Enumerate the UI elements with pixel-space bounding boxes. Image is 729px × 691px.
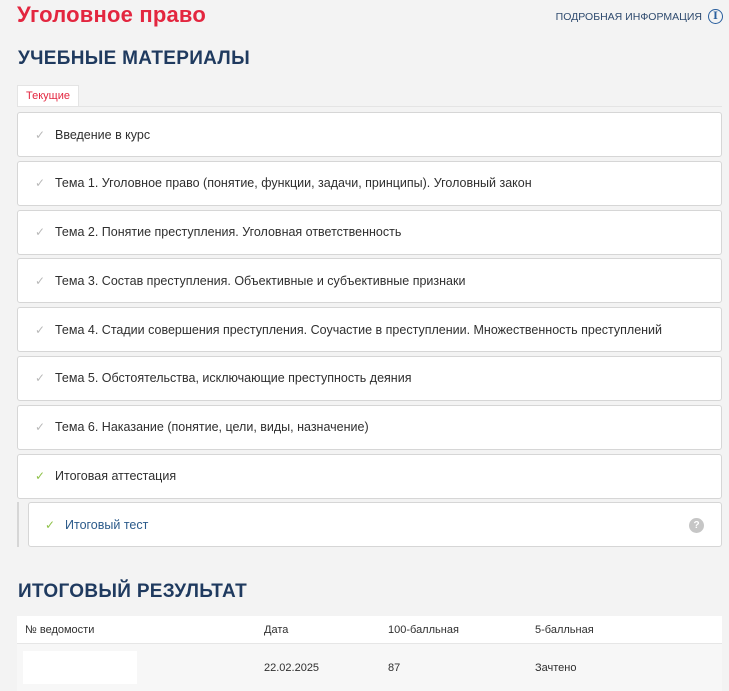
tab-current[interactable]: Текущие (17, 85, 79, 107)
date-cell: 22.02.2025 (264, 661, 320, 674)
item-label: Тема 2. Понятие преступления. Уголовная … (55, 225, 402, 240)
list-item-topic-5[interactable]: ✓ Тема 5. Обстоятельства, исключающие пр… (17, 355, 722, 401)
list-item-topic-2[interactable]: ✓ Тема 2. Понятие преступления. Уголовна… (17, 209, 722, 255)
check-icon: ✓ (34, 273, 46, 288)
col-statement: № ведомости (25, 623, 95, 636)
item-label: Тема 6. Наказание (понятие, цели, виды, … (55, 420, 369, 435)
check-icon: ✓ (34, 225, 46, 240)
list-item-intro[interactable]: ✓ Введение в курс (17, 112, 722, 157)
list-item-final-attestation[interactable]: ✓ Итоговая аттестация (17, 453, 722, 499)
score-5-cell: Зачтено (535, 661, 577, 674)
list-item-topic-6[interactable]: ✓ Тема 6. Наказание (понятие, цели, виды… (17, 404, 722, 450)
col-score-5: 5-балльная (535, 623, 594, 636)
tab-divider (17, 106, 722, 107)
tree-connector (17, 502, 19, 548)
more-info-link[interactable]: ПОДРОБНАЯ ИНФОРМАЦИЯ i (556, 9, 723, 24)
item-label: Итоговая аттестация (55, 469, 177, 484)
redacted-statement (23, 651, 137, 684)
list-item-topic-3[interactable]: ✓ Тема 3. Состав преступления. Объективн… (17, 258, 722, 304)
table-row: 22.02.2025 87 Зачтено (17, 644, 722, 691)
materials-list: ✓ Введение в курс ✓ Тема 1. Уголовное пр… (17, 112, 722, 549)
course-title: Уголовное право (17, 2, 206, 27)
item-label: Тема 3. Состав преступления. Объективные… (55, 273, 466, 288)
final-test-item[interactable]: ✓ Итоговый тест ? (28, 502, 722, 548)
check-icon: ✓ (44, 517, 56, 532)
item-label: Тема 1. Уголовное право (понятие, функци… (55, 176, 532, 191)
check-icon: ✓ (34, 176, 46, 191)
materials-heading: УЧЕБНЫЕ МАТЕРИАЛЫ (18, 48, 250, 69)
col-score-100: 100-балльная (388, 623, 459, 636)
more-info-label: ПОДРОБНАЯ ИНФОРМАЦИЯ (555, 10, 702, 23)
check-icon: ✓ (34, 420, 46, 435)
results-heading: ИТОГОВЫЙ РЕЗУЛЬТАТ (18, 581, 248, 602)
final-test-label: Итоговый тест (65, 517, 149, 532)
check-icon: ✓ (34, 371, 46, 386)
table-header: № ведомости Дата 100-балльная 5-балльная (17, 616, 722, 644)
score-100-cell: 87 (388, 661, 401, 674)
check-icon: ✓ (34, 322, 46, 337)
final-attestation-children: ✓ Итоговый тест ? (17, 502, 722, 549)
col-date: Дата (264, 623, 289, 636)
check-icon: ✓ (34, 469, 46, 484)
item-label: Введение в курс (55, 127, 151, 142)
info-icon: i (708, 9, 723, 24)
item-label: Тема 4. Стадии совершения преступления. … (55, 322, 663, 337)
help-icon[interactable]: ? (689, 518, 704, 534)
list-item-topic-4[interactable]: ✓ Тема 4. Стадии совершения преступления… (17, 307, 722, 353)
item-label: Тема 5. Обстоятельства, исключающие прес… (55, 371, 412, 386)
results-table: № ведомости Дата 100-балльная 5-балльная… (17, 616, 722, 691)
list-item-topic-1[interactable]: ✓ Тема 1. Уголовное право (понятие, функ… (17, 160, 722, 206)
check-icon: ✓ (34, 127, 46, 142)
statement-cell (17, 651, 264, 684)
